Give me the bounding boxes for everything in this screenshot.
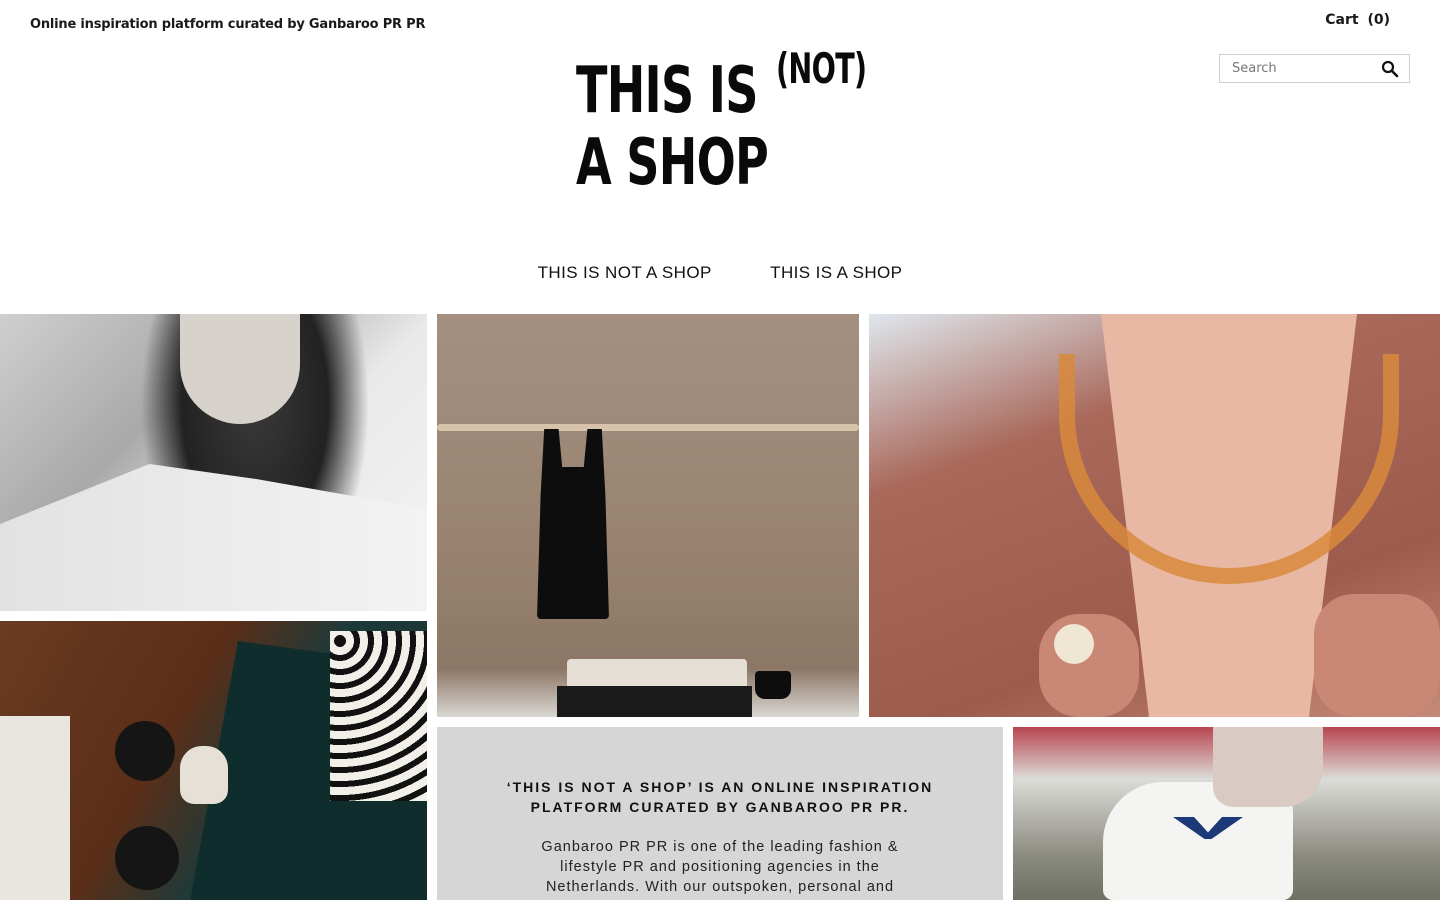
about-block: ‘THIS IS NOT A SHOP’ IS AN ONLINE INSPIR… [437, 727, 1003, 900]
tile-interior-image[interactable] [0, 621, 427, 900]
nav-item-this-is-not-a-shop[interactable]: THIS IS NOT A SHOP [538, 263, 712, 283]
tile-necklace-image[interactable] [869, 314, 1440, 717]
main-nav: THIS IS NOT A SHOP THIS IS A SHOP [0, 263, 1440, 283]
search-box [1219, 54, 1410, 83]
tile-black-top-image[interactable] [437, 314, 859, 717]
tile-sneaker-image[interactable] [1013, 727, 1440, 900]
cart-link[interactable]: Cart (0) [1325, 12, 1390, 28]
search-icon[interactable] [1381, 60, 1399, 78]
nav-item-this-is-a-shop[interactable]: THIS IS A SHOP [770, 263, 902, 283]
about-heading: ‘THIS IS NOT A SHOP’ IS AN ONLINE INSPIR… [506, 779, 934, 815]
logo-line-2: A SHOP [576, 126, 769, 200]
site-tagline: Online inspiration platform curated by G… [30, 17, 426, 32]
tile-portrait-image[interactable] [0, 314, 427, 611]
logo-line-1: THIS IS [576, 54, 758, 128]
site-logo[interactable]: THIS IS (NOT) A SHOP [576, 44, 876, 206]
cart-count: (0) [1367, 12, 1390, 28]
search-input[interactable] [1220, 55, 1370, 82]
cart-label: Cart [1325, 12, 1359, 28]
logo-superscript: (NOT) [776, 44, 867, 93]
about-body: Ganbaroo PR PR is one of the leading fas… [541, 839, 899, 895]
